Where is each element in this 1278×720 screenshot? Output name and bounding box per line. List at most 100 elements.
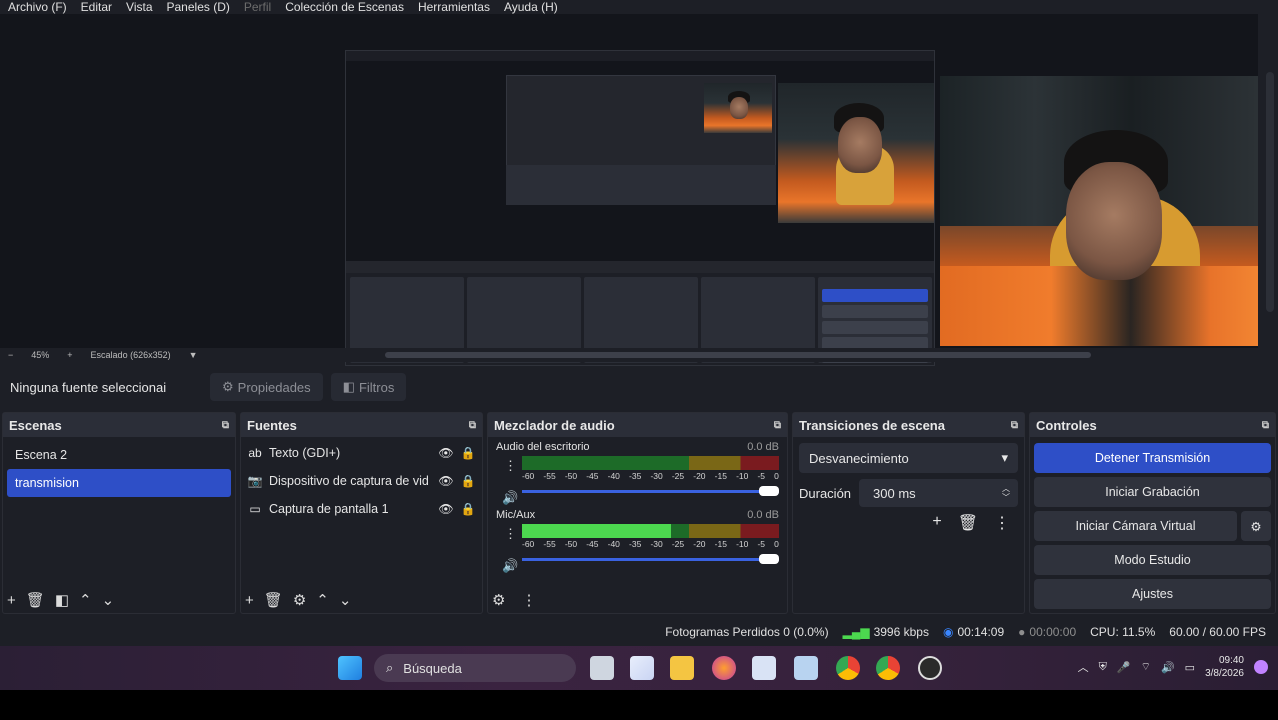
zoom-dropdown-icon[interactable]: ▼ bbox=[189, 350, 198, 360]
chrome-profile-icon[interactable] bbox=[876, 656, 900, 680]
preview-vertical-scrollbar[interactable] bbox=[1266, 72, 1274, 312]
copilot-icon[interactable] bbox=[1254, 660, 1268, 674]
add-icon[interactable]: + bbox=[932, 513, 941, 533]
shield-icon[interactable]: ⛨ bbox=[1099, 661, 1107, 674]
microphone-icon[interactable]: 🎤 bbox=[1117, 661, 1131, 674]
undock-icon[interactable]: ⧉ bbox=[1262, 420, 1269, 431]
obs-icon[interactable] bbox=[918, 656, 942, 680]
snipping-tool-icon[interactable] bbox=[630, 656, 654, 680]
volume-slider[interactable] bbox=[522, 485, 779, 497]
task-view-icon[interactable] bbox=[590, 656, 614, 680]
arrow-up-icon[interactable]: ⌃ bbox=[316, 591, 329, 609]
volume-knob[interactable] bbox=[759, 486, 779, 496]
lock-icon[interactable]: 🔒 bbox=[460, 474, 476, 488]
properties-label: Propiedades bbox=[237, 379, 311, 395]
menu-profile[interactable]: Perfil bbox=[244, 0, 271, 14]
stream-icon: ◉ bbox=[942, 625, 954, 639]
eye-icon[interactable]: 👁 bbox=[438, 474, 454, 488]
studio-mode-button[interactable]: Modo Estudio bbox=[1034, 545, 1271, 575]
add-icon[interactable]: + bbox=[245, 592, 254, 609]
wifi-icon[interactable]: ⌔ bbox=[1141, 660, 1151, 674]
arrow-down-icon[interactable]: ⌄ bbox=[102, 591, 115, 609]
undock-icon[interactable]: ⧉ bbox=[469, 420, 476, 431]
chrome-icon[interactable] bbox=[836, 656, 860, 680]
scene-item[interactable]: Escena 2 bbox=[7, 441, 231, 469]
stop-stream-button[interactable]: Detener Transmisión bbox=[1034, 443, 1271, 473]
source-item[interactable]: ab Texto (GDI+) 👁 🔒 bbox=[241, 439, 482, 467]
eye-icon[interactable]: 👁 bbox=[438, 502, 454, 516]
menu-bar: Archivo (F) Editar Vista Paneles (D) Per… bbox=[0, 0, 1278, 14]
source-item[interactable]: 📷 Dispositivo de captura de vid 👁 🔒 bbox=[241, 467, 482, 495]
lock-icon[interactable]: 🔒 bbox=[460, 446, 476, 460]
mixer-title: Mezclador de audio bbox=[494, 417, 615, 433]
zoom-level: 45% bbox=[31, 350, 50, 360]
scene-item-selected[interactable]: transmision bbox=[7, 469, 231, 497]
menu-file[interactable]: Archivo (F) bbox=[8, 0, 67, 14]
battery-icon[interactable]: ▭ bbox=[1185, 661, 1195, 674]
preview-horizontal-scrollbar[interactable] bbox=[385, 352, 1091, 358]
lock-icon[interactable]: 🔒 bbox=[460, 502, 476, 516]
source-label: Texto (GDI+) bbox=[269, 446, 341, 460]
stream-time: 00:14:09 bbox=[957, 625, 1005, 639]
scaling-label: Escalado (626x352) bbox=[90, 350, 171, 360]
monitor-icon: ▭ bbox=[249, 502, 261, 516]
nested-screen-capture: ​ bbox=[345, 50, 935, 366]
settings-button[interactable]: Ajustes bbox=[1034, 579, 1271, 609]
windows-start-icon[interactable] bbox=[338, 656, 362, 680]
trash-icon[interactable]: 🗑 bbox=[26, 591, 45, 609]
trash-icon[interactable]: 🗑 bbox=[958, 513, 978, 533]
clock[interactable]: 09:40 3/8/2026 bbox=[1205, 654, 1244, 680]
kebab-menu-icon[interactable]: ⋮ bbox=[521, 591, 536, 609]
duration-spinbox[interactable]: 300 ms ︿ ﹀ bbox=[859, 479, 1018, 507]
taskbar-search[interactable]: ⌕ Búsqueda bbox=[374, 654, 576, 682]
arrow-up-icon[interactable]: ⌃ bbox=[79, 591, 92, 609]
source-context-bar: Ninguna fuente seleccionai ⚙ Propiedades… bbox=[0, 366, 1278, 408]
menu-docks[interactable]: Paneles (D) bbox=[167, 0, 230, 14]
preview-canvas[interactable]: ​ bbox=[0, 14, 1258, 366]
source-item[interactable]: ▭ Captura de pantalla 1 👁 🔒 bbox=[241, 495, 482, 523]
virtual-camera-settings-icon[interactable]: ⚙ bbox=[1241, 511, 1271, 541]
filters-button[interactable]: ◧ Filtros bbox=[330, 373, 407, 401]
photos-icon[interactable] bbox=[794, 656, 818, 680]
gear-icon[interactable]: ⚙ bbox=[293, 591, 306, 609]
spin-arrows-icon[interactable]: ︿ ﹀ bbox=[1002, 484, 1010, 502]
sources-dock: Fuentes ⧉ ab Texto (GDI+) 👁 🔒 📷 Disposit… bbox=[240, 412, 483, 614]
undock-icon[interactable]: ⧉ bbox=[1011, 420, 1018, 431]
transition-value: Desvanecimiento bbox=[809, 450, 909, 466]
menu-tools[interactable]: Herramientas bbox=[418, 0, 490, 14]
speaker-icon[interactable]: 🔊 bbox=[502, 490, 518, 506]
camera-icon: 📷 bbox=[247, 474, 263, 488]
chevron-up-icon[interactable]: ︿ bbox=[1078, 659, 1089, 675]
properties-button[interactable]: ⚙ Propiedades bbox=[210, 373, 323, 401]
menu-help[interactable]: Ayuda (H) bbox=[504, 0, 558, 14]
menu-view[interactable]: Vista bbox=[126, 0, 152, 14]
speaker-icon[interactable]: 🔊 bbox=[1161, 661, 1175, 674]
file-explorer-icon[interactable] bbox=[670, 656, 694, 680]
start-virtual-camera-button[interactable]: Iniciar Cámara Virtual bbox=[1034, 511, 1237, 541]
add-icon[interactable]: + bbox=[7, 592, 16, 609]
zoom-out-button[interactable]: − bbox=[8, 350, 13, 360]
undock-icon[interactable]: ⧉ bbox=[774, 420, 781, 431]
kebab-menu-icon[interactable]: ⋮ bbox=[994, 513, 1010, 533]
transition-select[interactable]: Desvanecimiento ▾ bbox=[799, 443, 1018, 473]
remote-desktop-icon[interactable] bbox=[752, 656, 776, 680]
volume-knob[interactable] bbox=[759, 554, 779, 564]
arrow-down-icon[interactable]: ⌄ bbox=[339, 591, 352, 609]
filter-icon[interactable]: ◧ bbox=[55, 591, 69, 609]
eye-icon[interactable]: 👁 bbox=[438, 446, 454, 460]
kebab-menu-icon[interactable]: ⋮ bbox=[504, 526, 517, 542]
trash-icon[interactable]: 🗑 bbox=[264, 591, 283, 609]
zoom-in-button[interactable]: + bbox=[67, 350, 72, 360]
record-time: 00:00:00 bbox=[1029, 625, 1077, 639]
undock-icon[interactable]: ⧉ bbox=[222, 420, 229, 431]
volume-slider[interactable] bbox=[522, 553, 779, 565]
firefox-icon[interactable] bbox=[712, 656, 736, 680]
speaker-icon[interactable]: 🔊 bbox=[502, 558, 518, 574]
start-recording-button[interactable]: Iniciar Grabación bbox=[1034, 477, 1271, 507]
advanced-audio-icon[interactable]: ⚙ bbox=[492, 591, 505, 609]
kebab-menu-icon[interactable]: ⋮ bbox=[504, 458, 517, 474]
dropped-frames: Fotogramas Perdidos 0 (0.0%) bbox=[665, 625, 829, 639]
search-icon: ⌕ bbox=[386, 660, 394, 675]
menu-scene-collection[interactable]: Colección de Escenas bbox=[285, 0, 404, 14]
menu-edit[interactable]: Editar bbox=[81, 0, 112, 14]
